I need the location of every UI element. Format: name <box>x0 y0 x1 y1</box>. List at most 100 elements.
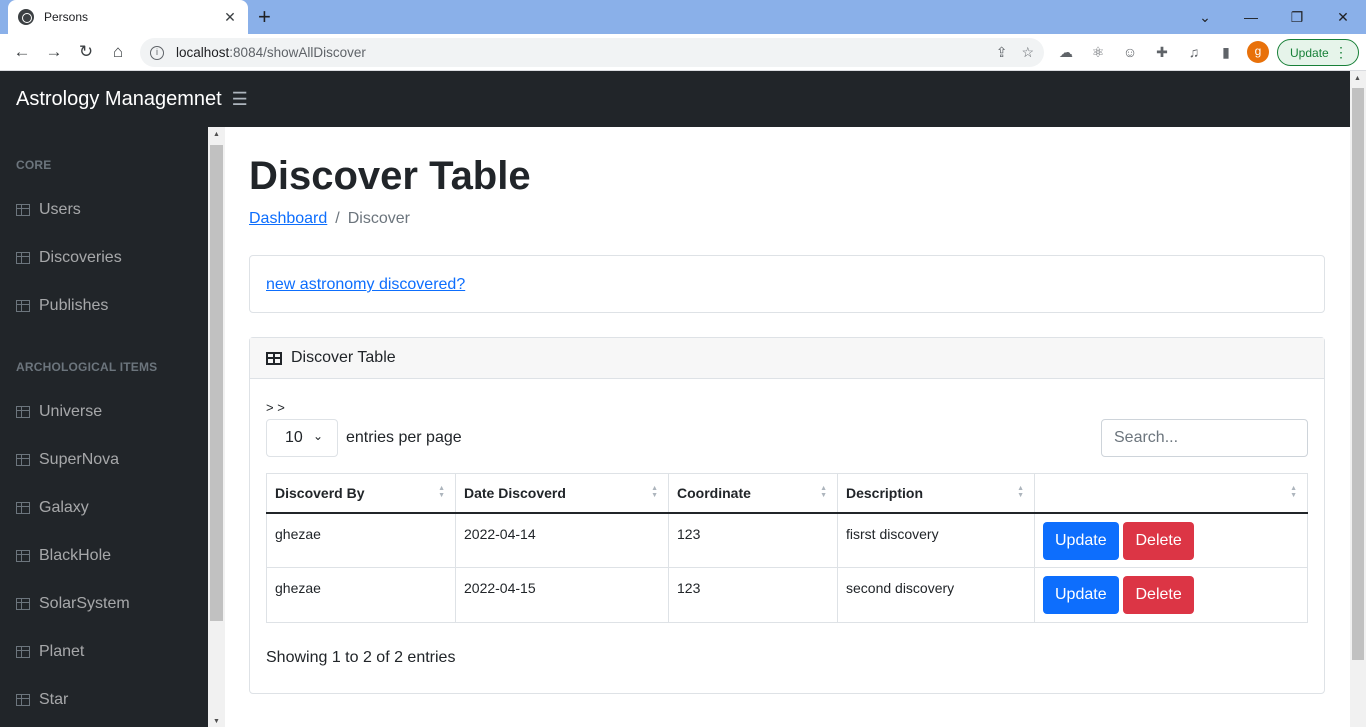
discover-table: Discoverd By ▲ ▼ Date Discoverd ▲ ▼ Coordina… <box>266 473 1308 623</box>
table-icon <box>16 454 30 466</box>
address-bar[interactable]: i localhost:8084/showAllDiscover ⇪ ☆ <box>140 38 1044 67</box>
column-header-discovered-by[interactable]: Discoverd By ▲ ▼ <box>266 473 456 514</box>
new-discovery-link[interactable]: new astronomy discovered? <box>266 276 465 294</box>
table-icon <box>16 252 30 264</box>
sidebar-item-blackhole[interactable]: BlackHole <box>16 544 111 568</box>
sidebar-item-users[interactable]: Users <box>16 198 81 222</box>
table-row: ghezae 2022-04-14 123 fisrst discovery U… <box>266 512 1308 568</box>
sidebar-item-publishes[interactable]: Publishes <box>16 294 108 318</box>
extension-face-icon[interactable]: ☺ <box>1121 43 1139 61</box>
table-icon <box>16 300 30 312</box>
browser-update-button[interactable]: Update ⋮ <box>1277 39 1359 66</box>
browser-toolbar: ← → ↻ ⌂ i localhost:8084/showAllDiscover… <box>0 34 1366 71</box>
discover-table-card: Discover Table > > 10 ⌄ entries per page… <box>249 337 1325 694</box>
restore-button[interactable]: ❐ <box>1274 0 1320 34</box>
column-header-date[interactable]: Date Discoverd ▲ ▼ <box>455 473 669 514</box>
per-page-select[interactable]: 10 ⌄ <box>266 419 338 457</box>
breadcrumb-current: Discover <box>347 210 410 227</box>
menu-dots-icon[interactable]: ⋮ <box>1334 44 1348 60</box>
extension-cloud-icon[interactable]: ☁ <box>1057 43 1075 61</box>
cell-description: second discovery <box>837 567 1035 623</box>
sort-icon: ▲ ▼ <box>820 485 827 499</box>
column-header-actions[interactable]: ▲ ▼ <box>1034 473 1308 514</box>
sidebar: CORE Users Discoveries Publishes ARCHOLO… <box>0 127 208 727</box>
table-icon <box>16 550 30 562</box>
extensions-puzzle-icon[interactable]: ✚ <box>1153 43 1171 61</box>
sidebar-heading-core: CORE <box>16 158 52 172</box>
close-window-button[interactable]: ✕ <box>1320 0 1366 34</box>
table-icon <box>16 204 30 216</box>
page-scrollbar-thumb[interactable] <box>1352 88 1364 660</box>
extension-react-icon[interactable]: ⚛ <box>1089 43 1107 61</box>
home-icon[interactable]: ⌂ <box>106 40 130 64</box>
cell-discovered-by: ghezae <box>266 512 456 568</box>
page-title: Discover Table <box>249 154 531 198</box>
tab-title: Persons <box>44 10 89 24</box>
cell-discovered-by: ghezae <box>266 567 456 623</box>
url-text[interactable]: localhost:8084/showAllDiscover <box>176 45 982 60</box>
sort-icon: ▲ ▼ <box>1290 485 1297 499</box>
cell-date: 2022-04-15 <box>455 567 669 623</box>
media-control-icon[interactable]: ♫ <box>1185 43 1203 61</box>
search-input[interactable] <box>1101 419 1308 457</box>
main-content: Discover Table Dashboard / Discover new as… <box>225 127 1350 727</box>
cell-coordinate: 123 <box>668 512 838 568</box>
site-info-icon[interactable]: i <box>150 45 164 60</box>
sidebar-item-discoveries[interactable]: Discoveries <box>16 246 122 270</box>
sort-icon: ▲ ▼ <box>438 485 445 499</box>
cell-coordinate: 123 <box>668 567 838 623</box>
scroll-down-arrow-icon[interactable]: ▼ <box>213 718 220 725</box>
hamburger-menu-icon[interactable]: ☰ <box>232 89 248 110</box>
page-scrollbar[interactable]: ▲ <box>1350 71 1366 727</box>
minimize-button[interactable]: — <box>1228 0 1274 34</box>
delete-button[interactable]: Delete <box>1123 576 1194 614</box>
sort-icon: ▲ ▼ <box>651 485 658 499</box>
reload-icon[interactable]: ↻ <box>74 40 98 64</box>
sidebar-item-supernova[interactable]: SuperNova <box>16 448 119 472</box>
table-icon <box>16 502 30 514</box>
column-header-coordinate[interactable]: Coordinate ▲ ▼ <box>668 473 838 514</box>
sort-icon: ▲ ▼ <box>1017 485 1024 499</box>
per-page-label: entries per page <box>346 429 462 446</box>
update-button[interactable]: Update <box>1043 521 1119 560</box>
table-row: ghezae 2022-04-15 123 second discovery U… <box>266 567 1308 623</box>
tab-search-icon[interactable]: ⌄ <box>1182 0 1228 34</box>
browser-tab[interactable]: Persons ✕ <box>8 0 248 34</box>
new-tab-button[interactable]: + <box>258 4 271 30</box>
cell-date: 2022-04-14 <box>455 512 669 568</box>
sidebar-item-solarsystem[interactable]: SolarSystem <box>16 592 130 616</box>
card-header: Discover Table <box>250 338 1324 379</box>
showing-entries-text: Showing 1 to 2 of 2 entries <box>266 649 456 666</box>
close-tab-icon[interactable]: ✕ <box>222 9 238 26</box>
pager-arrows[interactable]: > > <box>266 400 285 415</box>
browser-tab-bar: Persons ✕ + ⌄ — ❐ ✕ <box>0 0 1366 34</box>
update-button[interactable]: Update <box>1043 576 1119 614</box>
scroll-up-arrow-icon[interactable]: ▲ <box>213 131 220 138</box>
share-icon[interactable]: ⇪ <box>996 44 1008 61</box>
back-icon[interactable]: ← <box>10 40 34 64</box>
brand-title[interactable]: Astrology Managemnet <box>16 88 222 111</box>
forward-icon[interactable]: → <box>42 40 66 64</box>
scroll-up-arrow-icon[interactable]: ▲ <box>1354 75 1361 82</box>
sidebar-item-star[interactable]: Star <box>16 688 68 712</box>
table-icon <box>16 646 30 658</box>
table-icon <box>266 351 282 365</box>
globe-icon <box>18 9 34 25</box>
chevron-down-icon: ⌄ <box>312 429 323 443</box>
breadcrumb: Dashboard / Discover <box>249 210 410 228</box>
top-navbar: Astrology Managemnet ☰ <box>0 71 1350 127</box>
cell-actions: Update Delete <box>1034 512 1308 568</box>
side-panel-icon[interactable]: ▮ <box>1217 43 1235 61</box>
column-header-description[interactable]: Description ▲ ▼ <box>837 473 1035 514</box>
breadcrumb-separator: / <box>335 210 340 227</box>
sidebar-heading-items: ARCHOLOGICAL ITEMS <box>16 360 158 374</box>
breadcrumb-dashboard-link[interactable]: Dashboard <box>249 210 327 227</box>
sidebar-scrollbar[interactable]: ▲ ▼ <box>208 127 225 727</box>
sidebar-item-planet[interactable]: Planet <box>16 640 84 664</box>
delete-button[interactable]: Delete <box>1123 521 1194 560</box>
bookmark-star-icon[interactable]: ☆ <box>1021 44 1034 61</box>
profile-avatar[interactable]: g <box>1247 41 1269 63</box>
sidebar-scrollbar-thumb[interactable] <box>210 145 223 621</box>
sidebar-item-galaxy[interactable]: Galaxy <box>16 496 89 520</box>
sidebar-item-universe[interactable]: Universe <box>16 400 102 424</box>
